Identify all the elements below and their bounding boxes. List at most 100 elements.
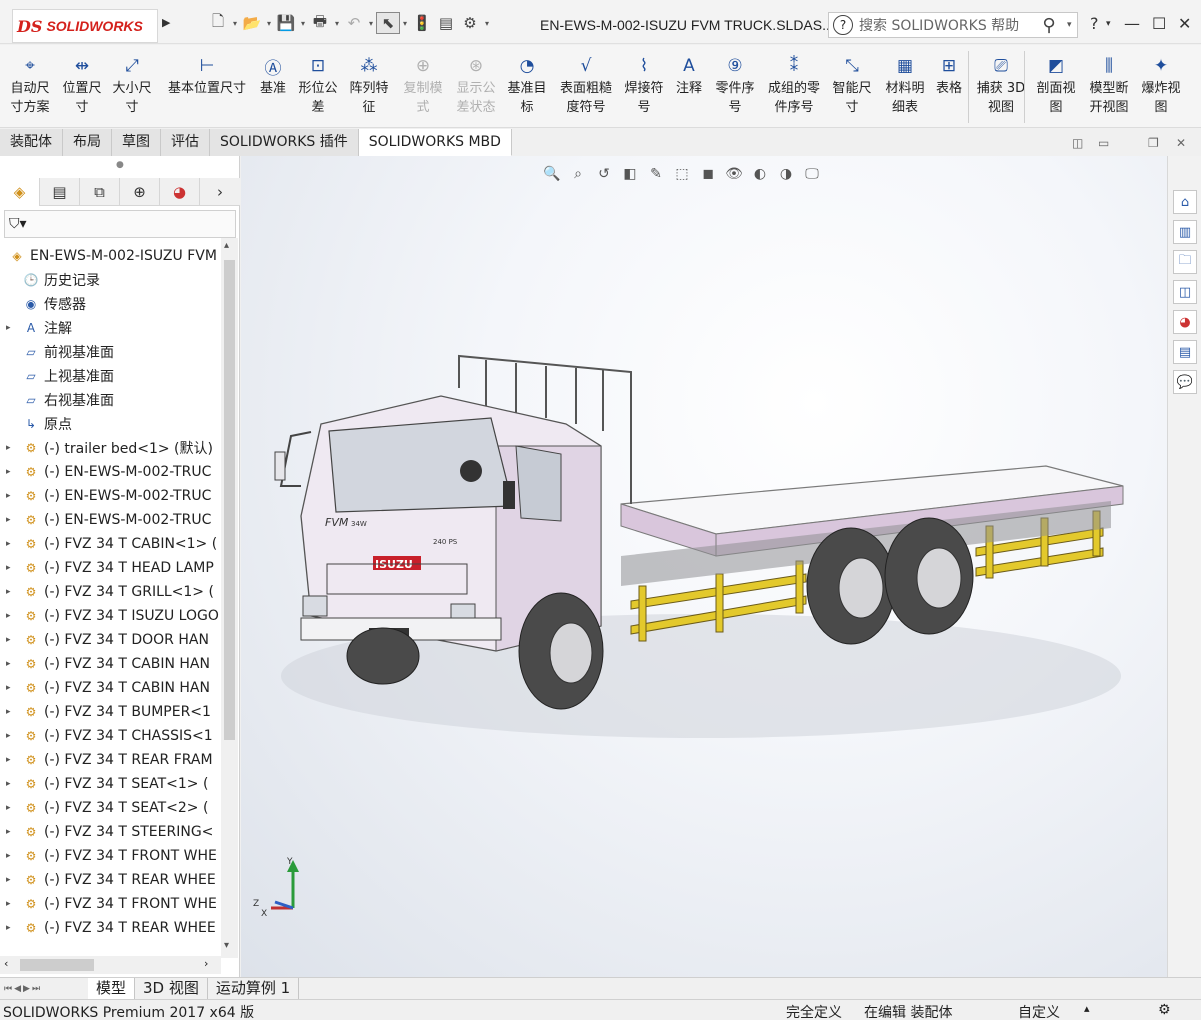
home-icon[interactable]: ⌂ xyxy=(1173,190,1197,214)
options-dropdown-icon[interactable]: ▾ xyxy=(482,19,492,28)
open-icon[interactable]: 📂 xyxy=(240,12,264,34)
tree-node[interactable]: ▸ A 注解 xyxy=(0,316,220,340)
tree-node[interactable]: ↳ 原点 xyxy=(0,412,220,436)
help-search-box[interactable]: ? 搜索 SOLIDWORKS 帮助 ⚲ ▾ xyxy=(828,12,1078,38)
select-icon[interactable]: ⬉ xyxy=(376,12,400,34)
tree-node[interactable]: ▸ ⚙ (-) FVZ 34 T SEAT<1> ( xyxy=(0,772,220,796)
tab-0[interactable]: 装配体 xyxy=(0,129,63,156)
close-window-icon[interactable]: ✕ xyxy=(1176,136,1186,150)
rebuild-status-icon[interactable]: ⚙ xyxy=(1158,1002,1171,1018)
datum-button[interactable]: Ⓐ 基准 xyxy=(258,53,288,98)
weld-symbol-button[interactable]: ⌇ 焊接符 号 xyxy=(622,53,666,117)
explode-view-button[interactable]: ✦ 爆炸视 图 xyxy=(1138,53,1184,117)
tree-node[interactable]: ▸ ⚙ (-) trailer bed<1> (默认) xyxy=(0,436,220,460)
model-break-view-button[interactable]: ⫼ 模型断 开视图 xyxy=(1086,53,1132,117)
tree-node[interactable]: ▸ ⚙ (-) FVZ 34 T REAR FRAM xyxy=(0,748,220,772)
menu-expand-icon[interactable]: ▶ xyxy=(162,16,170,29)
tree-node[interactable]: ▸ ⚙ (-) FVZ 34 T ISUZU LOGO xyxy=(0,604,220,628)
view-palette-icon[interactable]: ◫ xyxy=(1173,280,1197,304)
auto-dimension-scheme-button[interactable]: ⌖ 自动尺 寸方案 xyxy=(6,53,54,117)
expand-arrow-icon[interactable]: ▸ xyxy=(6,611,16,621)
tab-4[interactable]: SOLIDWORKS 插件 xyxy=(210,129,359,156)
tree-horizontal-scrollbar[interactable]: ‹ › xyxy=(0,956,221,974)
restore-pane-icon[interactable]: ◫ xyxy=(1072,136,1083,150)
scroll-down-icon[interactable]: ▾ xyxy=(224,940,229,951)
options-gear-icon[interactable]: ⚙ xyxy=(458,12,482,34)
save-dropdown-icon[interactable]: ▾ xyxy=(298,19,308,28)
property-manager-tab-icon[interactable]: ▤ xyxy=(40,178,80,206)
capture-3d-view-button[interactable]: ⎚ 捕获 3D 视图 xyxy=(974,53,1028,117)
pane-grip-icon[interactable]: ● xyxy=(116,160,124,170)
expand-arrow-icon[interactable]: ▸ xyxy=(6,923,16,933)
more-tabs-chevron-icon[interactable]: › xyxy=(200,178,240,206)
print-icon[interactable]: 🖶 xyxy=(308,12,332,34)
size-dimension-button[interactable]: ⤢ 大小尺 寸 xyxy=(110,53,154,117)
tree-node[interactable]: ▸ ⚙ (-) FVZ 34 T SEAT<2> ( xyxy=(0,796,220,820)
units-status[interactable]: 自定义 xyxy=(1018,1002,1060,1020)
tree-node[interactable]: ▸ ⚙ (-) FVZ 34 T STEERING< xyxy=(0,820,220,844)
solidworks-logo[interactable]: DS SOLIDWORKS xyxy=(12,9,158,43)
undo-dropdown-icon[interactable]: ▾ xyxy=(366,19,376,28)
expand-arrow-icon[interactable]: ▸ xyxy=(6,323,16,333)
display-manager-tab-icon[interactable]: ◕ xyxy=(160,178,200,206)
expand-arrow-icon[interactable]: ▸ xyxy=(6,635,16,645)
tree-node[interactable]: ▱ 上视基准面 xyxy=(0,364,220,388)
note-button[interactable]: A 注释 xyxy=(674,53,704,98)
tree-node[interactable]: ▸ ⚙ (-) EN-EWS-M-002-TRUC xyxy=(0,460,220,484)
tab-2[interactable]: 草图 xyxy=(112,129,161,156)
expand-arrow-icon[interactable]: ▸ xyxy=(6,755,16,765)
tab-1[interactable]: 布局 xyxy=(63,129,112,156)
pattern-feature-button[interactable]: ⁂ 阵列特 征 xyxy=(346,53,392,117)
expand-arrow-icon[interactable]: ▸ xyxy=(6,491,16,501)
new-document-icon[interactable]: 🗋 xyxy=(206,12,230,34)
tree-node[interactable]: ▸ ⚙ (-) EN-EWS-M-002-TRUC xyxy=(0,484,220,508)
file-explorer-icon[interactable]: 🗀 xyxy=(1173,250,1197,274)
bottom-tab-2[interactable]: 运动算例 1 xyxy=(208,978,300,1000)
tree-node[interactable]: ▸ ⚙ (-) FVZ 34 T REAR WHEE xyxy=(0,868,220,892)
surface-finish-button[interactable]: √ 表面粗糙 度符号 xyxy=(556,53,616,117)
expand-arrow-icon[interactable]: ▸ xyxy=(6,587,16,597)
save-icon[interactable]: 💾 xyxy=(274,12,298,34)
last-tab-icon[interactable]: ⏭ xyxy=(32,984,40,994)
feature-manager-tab-icon[interactable]: ◈ xyxy=(0,178,40,206)
bottom-tab-1[interactable]: 3D 视图 xyxy=(135,978,208,1000)
tree-node[interactable]: ▱ 前视基准面 xyxy=(0,340,220,364)
tree-node[interactable]: ▸ ⚙ (-) FVZ 34 T CABIN HAN xyxy=(0,652,220,676)
basic-location-dimension-button[interactable]: ⊢ 基本位置尺寸 xyxy=(165,53,249,98)
expand-arrow-icon[interactable]: ▸ xyxy=(6,659,16,669)
configuration-manager-tab-icon[interactable]: ⧉ xyxy=(80,178,120,206)
tree-node[interactable]: ▸ ⚙ (-) FVZ 34 T DOOR HAN xyxy=(0,628,220,652)
tree-node[interactable]: ▸ ⚙ (-) FVZ 34 T GRILL<1> ( xyxy=(0,580,220,604)
tree-hscroll-thumb[interactable] xyxy=(20,959,94,971)
prev-tab-icon[interactable]: ◀ xyxy=(14,984,21,994)
search-icon[interactable]: ⚲ xyxy=(1031,15,1067,36)
tree-node[interactable]: ▸ ⚙ (-) FVZ 34 T CABIN<1> ( xyxy=(0,532,220,556)
tab-3[interactable]: 评估 xyxy=(161,129,210,156)
tab-5[interactable]: SOLIDWORKS MBD xyxy=(358,129,512,156)
scroll-right-icon[interactable]: › xyxy=(204,957,208,970)
copy-scheme-button[interactable]: ⊕ 复制模 式 xyxy=(400,53,446,117)
tree-node[interactable]: ▸ ⚙ (-) FVZ 34 T HEAD LAMP xyxy=(0,556,220,580)
geometric-tolerance-button[interactable]: ⊡ 形位公 差 xyxy=(296,53,340,117)
tree-node[interactable]: 🕒 历史记录 xyxy=(0,268,220,292)
graphics-area[interactable]: 🔍 ⌕ ↺ ◧ ✎ ⬚ ◼ 👁 ◐ ◑ 🖵 FVM 34W 240 PS ISU… xyxy=(241,156,1167,978)
search-dropdown-icon[interactable]: ▾ xyxy=(1067,20,1077,30)
appearances-icon[interactable]: ◕ xyxy=(1173,310,1197,334)
tile-pane-icon[interactable]: ▭ xyxy=(1098,136,1109,150)
table-button[interactable]: ⊞ 表格 xyxy=(934,53,964,98)
forum-icon[interactable]: 💬 xyxy=(1173,370,1197,394)
datum-target-button[interactable]: ◔ 基准目 标 xyxy=(505,53,549,117)
expand-arrow-icon[interactable]: ▸ xyxy=(6,803,16,813)
units-dropdown-icon[interactable]: ▴ xyxy=(1084,1002,1090,1015)
dimxpert-tab-icon[interactable]: ⊕ xyxy=(120,178,160,206)
bom-button[interactable]: ▦ 材料明 细表 xyxy=(882,53,928,117)
tree-node[interactable]: ▱ 右视基准面 xyxy=(0,388,220,412)
expand-arrow-icon[interactable]: ▸ xyxy=(6,731,16,741)
tree-node[interactable]: ▸ ⚙ (-) FVZ 34 T REAR WHEE xyxy=(0,916,220,940)
filter-icon[interactable]: ⛉▾ xyxy=(9,216,27,232)
tree-node[interactable]: ▸ ⚙ (-) FVZ 34 T FRONT WHE xyxy=(0,892,220,916)
balloon-button[interactable]: ⑨ 零件序 号 xyxy=(712,53,758,117)
help-button[interactable]: ? xyxy=(1090,14,1099,33)
expand-arrow-icon[interactable]: ▸ xyxy=(6,563,16,573)
tree-node[interactable]: ▸ ⚙ (-) FVZ 34 T FRONT WHE xyxy=(0,844,220,868)
